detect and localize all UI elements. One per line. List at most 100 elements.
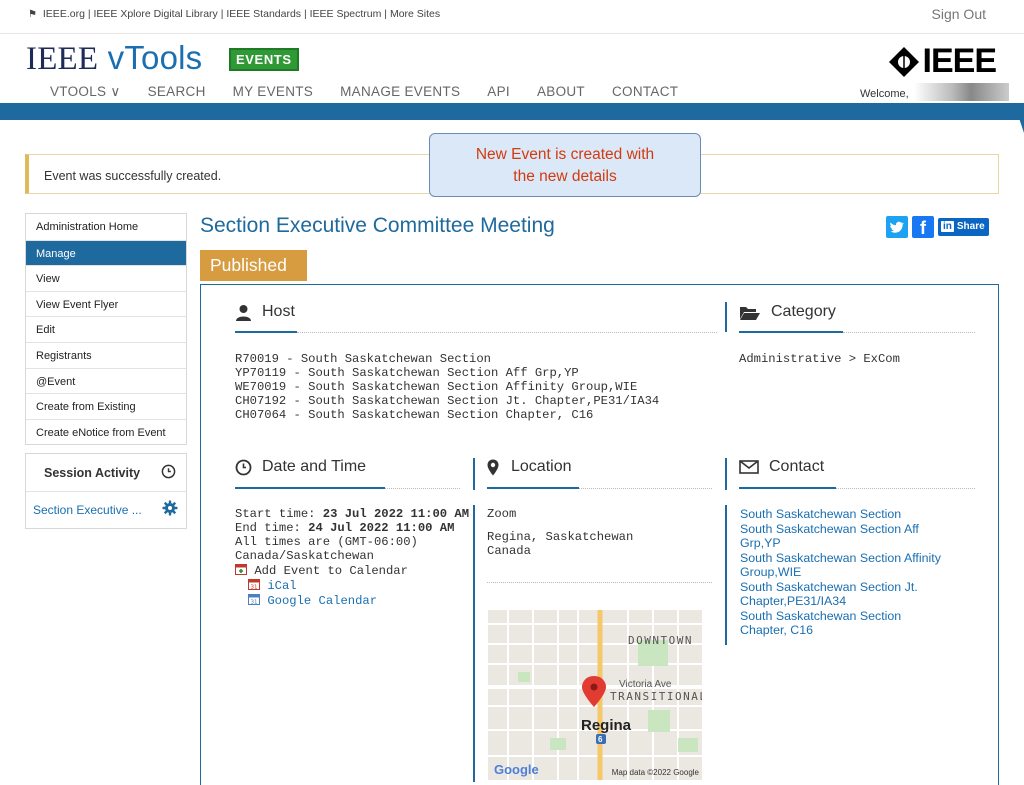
sidebar-item-create-enotice[interactable]: Create eNotice from Event	[26, 418, 186, 445]
contact-link[interactable]: South Saskatchewan Section	[740, 609, 941, 624]
top-links-text[interactable]: IEEE.org | IEEE Xplore Digital Library |…	[43, 8, 440, 20]
location-block: Zoom Regina, Saskatchewan Canada	[487, 507, 633, 558]
end-label: End time:	[235, 521, 301, 535]
sidebar-item-at-event[interactable]: @Event	[26, 367, 186, 394]
category-value: Administrative > ExCom	[739, 352, 900, 366]
site-brand[interactable]: IEEE vTools	[26, 38, 202, 79]
category-underline	[739, 331, 843, 333]
top-links: ⚑ IEEE.org | IEEE Xplore Digital Library…	[28, 8, 440, 20]
map-label-transitional: TRANSITIONAL	[610, 690, 702, 703]
session-item-label[interactable]: Section Executive ...	[33, 503, 142, 517]
facebook-icon[interactable]: f	[912, 216, 934, 238]
sidebar-item-manage[interactable]: Manage	[26, 239, 186, 266]
category-heading-text: Category	[771, 303, 836, 320]
location-heading-text: Location	[511, 458, 572, 475]
google-calendar-link[interactable]: 31 Google Calendar	[235, 593, 470, 608]
contact-heading-text: Contact	[769, 458, 825, 475]
sidebar-item-view[interactable]: View	[26, 265, 186, 291]
map-label-downtown: DOWNTOWN	[628, 634, 693, 647]
ical-label[interactable]: iCal	[267, 579, 296, 593]
callout-line-1: New Event is created with	[475, 146, 655, 163]
sign-out-link[interactable]: Sign Out	[932, 6, 986, 22]
add-to-calendar-label: Add Event to Calendar	[254, 564, 408, 578]
nav-vtools[interactable]: VTOOLS ∨	[50, 84, 121, 100]
status-badge: Published	[200, 250, 307, 281]
contact-divider-top	[725, 458, 727, 490]
session-item[interactable]: Section Executive ...	[26, 492, 186, 517]
annotation-callout: New Event is created with the new detail…	[429, 133, 701, 197]
ieee-logo[interactable]: IEEE	[888, 42, 997, 81]
datetime-heading: Date and Time	[235, 458, 366, 476]
sidebar-item-registrants[interactable]: Registrants	[26, 341, 186, 368]
session-activity-title: Session Activity	[44, 466, 141, 480]
main-nav: VTOOLS ∨ SEARCH MY EVENTS MANAGE EVENTS …	[50, 84, 705, 105]
host-heading: Host	[235, 303, 295, 321]
end-time: End time: 24 Jul 2022 11:00 AM	[235, 521, 470, 535]
host-heading-text: Host	[262, 303, 295, 320]
user-name-redacted[interactable]	[914, 83, 1009, 101]
google-logo: Google	[494, 762, 539, 777]
event-title: Section Executive Committee Meeting	[200, 214, 555, 237]
folder-open-icon	[739, 304, 761, 321]
map-attribution[interactable]: Map data ©2022 Google	[612, 768, 699, 777]
location-underline	[487, 487, 579, 489]
contact-underline	[739, 487, 836, 489]
nav-search[interactable]: SEARCH	[148, 84, 206, 100]
ical-link[interactable]: 31 iCal	[235, 578, 470, 593]
sidebar-item-edit[interactable]: Edit	[26, 316, 186, 342]
location-map[interactable]: DOWNTOWN Victoria Ave TRANSITIONAL Regin…	[488, 610, 702, 780]
map-label-route: 6	[598, 735, 603, 744]
contact-list: South Saskatchewan Section South Saskatc…	[740, 507, 941, 638]
callout-line-2: the new details	[513, 168, 617, 185]
nav-contact[interactable]: CONTACT	[612, 84, 678, 100]
contact-link[interactable]: Group,WIE	[740, 565, 941, 580]
linkedin-share-button[interactable]: in Share	[938, 218, 989, 236]
contact-link[interactable]: South Saskatchewan Section Aff	[740, 522, 941, 537]
sidebar-item-administration-home[interactable]: Administration Home	[26, 214, 186, 240]
nav-my-events[interactable]: MY EVENTS	[233, 84, 313, 100]
contact-link[interactable]: Chapter, C16	[740, 623, 941, 638]
datetime-heading-text: Date and Time	[262, 458, 367, 475]
ieee-logo-text: IEEE	[922, 42, 997, 80]
home-icon[interactable]: ⚑	[28, 9, 37, 20]
svg-text:31: 31	[251, 585, 258, 591]
gear-icon[interactable]	[162, 500, 178, 516]
contact-link[interactable]: Chapter,PE31/IA34	[740, 594, 941, 609]
category-heading: Category	[739, 303, 836, 321]
header-band	[0, 103, 1024, 120]
start-time: Start time: 23 Jul 2022 11:00 AM	[235, 507, 470, 521]
host-dotline	[297, 332, 717, 333]
nav-manage-events[interactable]: MANAGE EVENTS	[340, 84, 461, 105]
welcome-text: Welcome,	[860, 88, 909, 100]
contact-divider	[725, 505, 727, 645]
ical-icon: 31	[248, 578, 260, 591]
datetime-dotline	[385, 488, 460, 489]
twitter-icon[interactable]	[886, 216, 908, 238]
sidebar-item-view-event-flyer[interactable]: View Event Flyer	[26, 290, 186, 317]
contact-link[interactable]: Grp,YP	[740, 536, 941, 551]
ieee-diamond-icon	[888, 46, 919, 77]
host-line: YP70119 - South Saskatchewan Section Aff…	[235, 366, 579, 380]
divider	[0, 33, 1024, 34]
add-to-calendar: Add Event to Calendar	[235, 563, 470, 578]
location-country: Canada	[487, 544, 531, 558]
contact-link[interactable]: South Saskatchewan Section Jt.	[740, 580, 941, 595]
social-share: f in Share	[886, 216, 989, 238]
category-dotline	[843, 332, 975, 333]
google-calendar-label[interactable]: Google Calendar	[267, 594, 377, 608]
contact-heading: Contact	[739, 458, 824, 476]
location-dotline	[579, 488, 712, 489]
location-divider	[473, 505, 475, 782]
contact-link[interactable]: South Saskatchewan Section Affinity	[740, 551, 941, 566]
nav-about[interactable]: ABOUT	[537, 84, 585, 100]
location-divider-top	[473, 458, 475, 490]
clock-icon	[235, 459, 252, 476]
sidebar-item-create-from-existing[interactable]: Create from Existing	[26, 393, 186, 419]
datetime-underline	[235, 487, 385, 489]
contact-link[interactable]: South Saskatchewan Section	[740, 507, 941, 522]
map-label-street: Victoria Ave	[619, 679, 672, 690]
session-activity-header[interactable]: Session Activity	[26, 454, 186, 492]
location-heading: Location	[487, 458, 572, 476]
nav-api[interactable]: API	[487, 84, 510, 100]
events-badge: EVENTS	[229, 48, 299, 71]
